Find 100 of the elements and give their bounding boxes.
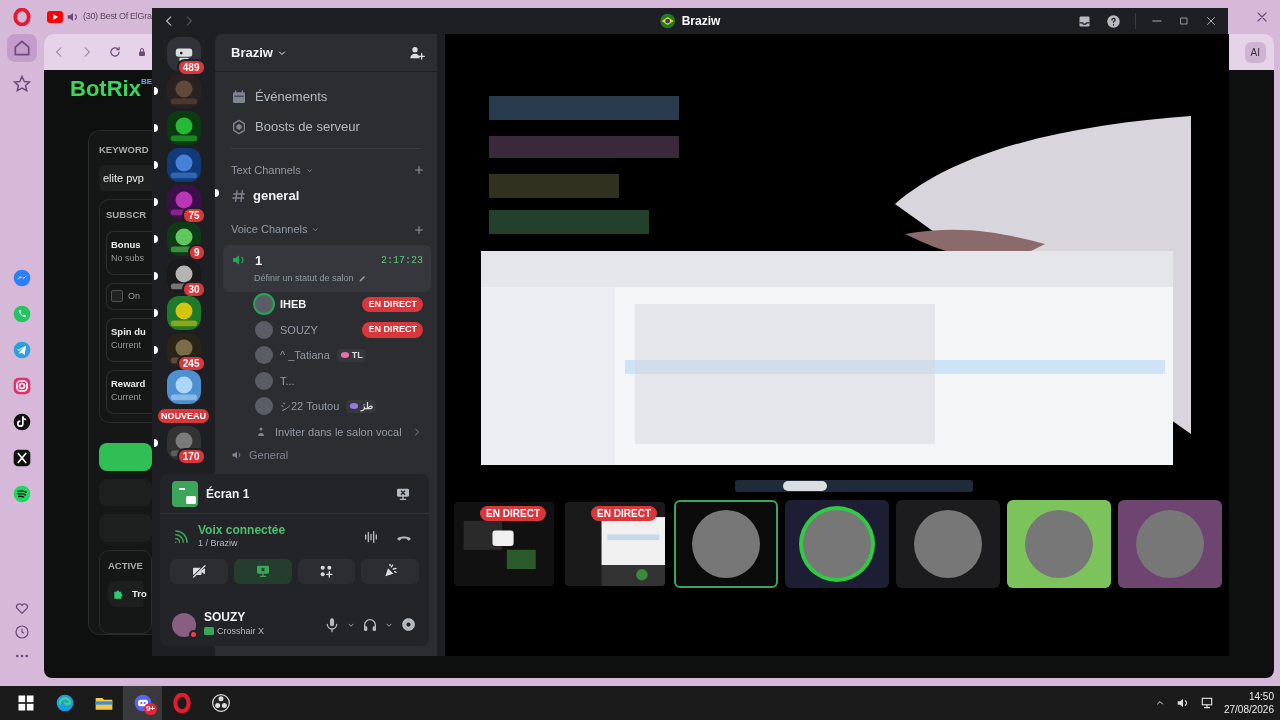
video-play-icon	[47, 11, 63, 23]
count-badge: 170	[176, 448, 206, 465]
invite-icon	[255, 426, 267, 438]
clock-date[interactable]: 27/08/2026	[1223, 703, 1274, 716]
menu-item[interactable]: Événements	[255, 87, 328, 107]
heart-icon[interactable]	[14, 600, 30, 616]
lock-icon	[136, 46, 148, 58]
count-badge: 30	[182, 281, 206, 298]
live-badge: EN DIRECT	[480, 506, 546, 521]
participant-tile[interactable]	[1118, 500, 1222, 588]
channel-item[interactable]: general	[223, 183, 431, 209]
channel-status[interactable]: Définir un statut de salon	[254, 272, 354, 286]
participant-tile[interactable]	[1007, 500, 1111, 588]
stream-tile[interactable]: EN DIRECT	[563, 500, 667, 588]
settings-icon[interactable]	[400, 616, 417, 634]
phone-bubble-icon	[12, 304, 32, 324]
member-name[interactable]: ^ _Tatiana	[280, 347, 330, 364]
member-name[interactable]: SOUZY	[280, 321, 318, 338]
music-note-icon	[12, 412, 32, 432]
option-subtitle: No subs	[111, 251, 145, 265]
microphone-icon[interactable]	[324, 616, 340, 633]
member-name[interactable]: シ22 Toutou	[280, 398, 340, 415]
camera-icon	[190, 563, 207, 580]
field-label: KEYWORD	[99, 143, 149, 157]
aperture-icon	[210, 693, 231, 713]
section-heading: ACTIVE	[108, 558, 143, 573]
voice-channel-name[interactable]: 1 / Braziw	[198, 537, 286, 551]
live-badge: EN DIRECT	[591, 506, 657, 521]
paper-plane-icon	[12, 340, 32, 360]
channel-name: general	[253, 187, 300, 205]
game-controller-icon	[132, 693, 153, 713]
clock-time[interactable]: 14:50	[1248, 690, 1274, 703]
option-subtitle: Current	[111, 339, 141, 353]
stream-tile[interactable]: EN DIRECT	[452, 500, 556, 588]
cross-mark-icon	[12, 448, 32, 468]
new-badge: NOUVEAU	[158, 409, 209, 423]
keyword-field[interactable]: elite pvp	[99, 165, 152, 192]
clock-icon[interactable]	[14, 624, 30, 640]
headphones-icon[interactable]	[362, 616, 378, 633]
save-button[interactable]	[99, 443, 152, 471]
logo: BotRix	[70, 78, 141, 100]
opera-logo[interactable]	[13, 8, 31, 26]
logo-suffix: BE	[140, 78, 152, 86]
maximize-icon[interactable]	[1178, 15, 1190, 27]
reload-icon[interactable]	[108, 45, 122, 59]
live-badge: EN DIRECT	[362, 322, 423, 338]
star-icon	[12, 74, 32, 94]
voice-status[interactable]: Voix connectée	[198, 524, 286, 538]
sound-bars-icon[interactable]	[363, 529, 379, 546]
boost-icon	[231, 119, 247, 135]
screen-name: Écran 1	[206, 485, 250, 503]
help-icon[interactable]	[1106, 13, 1121, 29]
channel-name: 1	[255, 251, 263, 270]
checkbox-label: On	[128, 289, 140, 303]
category-label[interactable]: Text Channels	[231, 161, 301, 179]
count-badge: 75	[182, 207, 206, 224]
option-title: Spin du	[111, 325, 146, 339]
window-title: Braziw	[681, 13, 721, 30]
checkbox[interactable]	[111, 290, 123, 303]
participant-tile[interactable]	[896, 500, 1000, 588]
calendar-icon	[231, 89, 247, 105]
screen-share-toggle[interactable]	[233, 558, 292, 584]
tag-label: طز	[361, 399, 374, 413]
frog-icon	[349, 401, 360, 412]
lips-icon	[339, 350, 350, 361]
volume-icon[interactable]	[1175, 696, 1190, 710]
invite-link[interactable]: Inviter dans le salon vocal	[275, 423, 402, 441]
menu-item[interactable]: Boosts de serveur	[255, 117, 360, 137]
pencil-icon[interactable]	[357, 274, 367, 284]
soundboard-button[interactable]	[361, 558, 419, 584]
ring-logo-icon	[171, 693, 192, 713]
channel-name[interactable]: General	[249, 447, 289, 464]
voice-channel-item[interactable]: 1 2:17:23 Définir un statut de salon	[223, 244, 431, 292]
participant-tile[interactable]	[674, 500, 778, 588]
member-name[interactable]: T...	[280, 372, 295, 389]
network-icon[interactable]	[1199, 696, 1214, 710]
camera-toggle[interactable]	[170, 558, 228, 584]
screen-share-icon	[172, 480, 198, 507]
section-heading: SUBSCR	[106, 208, 147, 223]
add-channel-icon[interactable]	[413, 164, 425, 176]
add-member-icon[interactable]	[409, 44, 425, 61]
category-label[interactable]: Voice Channels	[231, 221, 308, 238]
home-button[interactable]	[166, 37, 201, 71]
activity-icon	[204, 627, 214, 636]
add-channel-icon[interactable]	[413, 223, 425, 236]
close-icon[interactable]	[1204, 14, 1218, 28]
member-name[interactable]: IHEB	[280, 296, 307, 313]
ai-button[interactable]: AI	[1244, 41, 1266, 63]
screen-share-icon	[254, 563, 271, 580]
activities-button[interactable]	[297, 558, 356, 584]
activities-icon	[318, 563, 335, 580]
call-timer: 2:17:23	[381, 253, 423, 268]
tab-title[interactable]: (30) Best Of ElGra	[83, 10, 152, 24]
user-avatar[interactable]	[172, 612, 196, 637]
participant-tile[interactable]	[785, 500, 889, 588]
home-icon	[12, 38, 32, 58]
user-name[interactable]: SOUZY	[204, 611, 264, 625]
taskbar-app[interactable]: 9+	[123, 686, 162, 720]
server-name[interactable]: Braziw	[231, 42, 273, 63]
server-icon	[659, 13, 676, 29]
